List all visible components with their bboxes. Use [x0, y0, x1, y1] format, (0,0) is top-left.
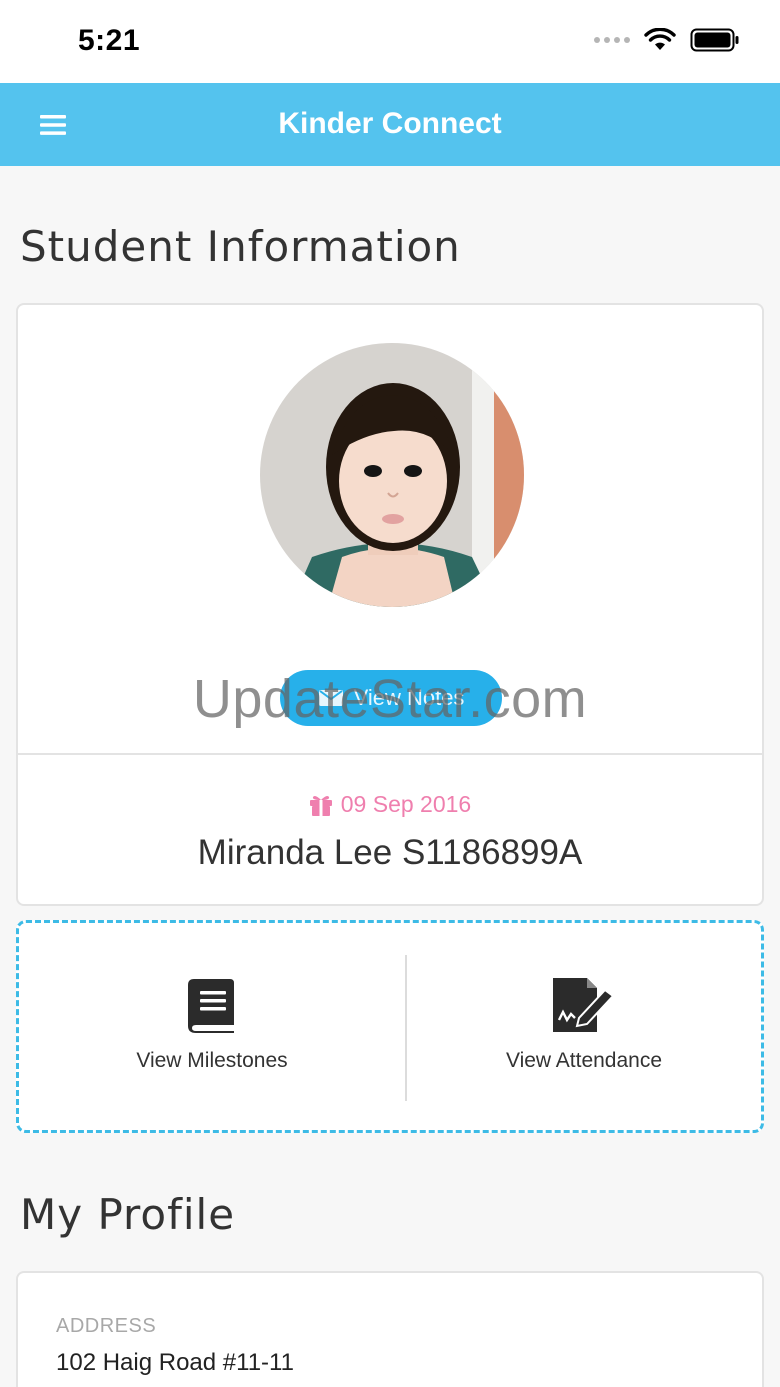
signature-edit-icon [553, 978, 615, 1032]
my-profile-heading: My Profile [20, 1190, 236, 1239]
book-icon [188, 979, 234, 1033]
status-time: 5:21 [78, 24, 141, 57]
student-card: View Notes 09 Sep 2016 Miranda Lee S1186… [16, 303, 764, 906]
view-milestones-button[interactable]: View Milestones [19, 923, 405, 1130]
card-divider [18, 753, 762, 755]
student-info-heading: Student Information [20, 222, 461, 271]
profile-card: ADDRESS 102 Haig Road #11-11 [16, 1271, 764, 1387]
battery-icon [690, 28, 739, 52]
view-notes-label: View Notes [353, 685, 465, 710]
app-title: Kinder Connect [278, 107, 502, 140]
status-icons [594, 28, 740, 52]
dob-text: 09 Sep 2016 [340, 791, 472, 817]
cellular-signal-icon [594, 37, 630, 43]
nav-bar: Kinder Connect [0, 83, 780, 166]
view-milestones-label: View Milestones [136, 1049, 288, 1072]
status-bar: 5:21 [0, 0, 780, 83]
actions-box: View Milestones View Attendance [16, 920, 764, 1133]
address-value: 102 Haig Road #11-11 [56, 1349, 294, 1376]
student-avatar [260, 343, 524, 607]
view-notes-button[interactable]: View Notes [280, 670, 502, 726]
address-label: ADDRESS [56, 1315, 157, 1337]
view-attendance-button[interactable]: View Attendance [407, 923, 761, 1130]
view-attendance-label: View Attendance [505, 1049, 663, 1072]
envelope-icon [318, 690, 343, 706]
date-of-birth: 09 Sep 2016 [18, 791, 762, 818]
student-name: Miranda Lee S1186899A [197, 833, 583, 872]
gift-icon [309, 795, 332, 816]
wifi-icon [644, 28, 676, 50]
